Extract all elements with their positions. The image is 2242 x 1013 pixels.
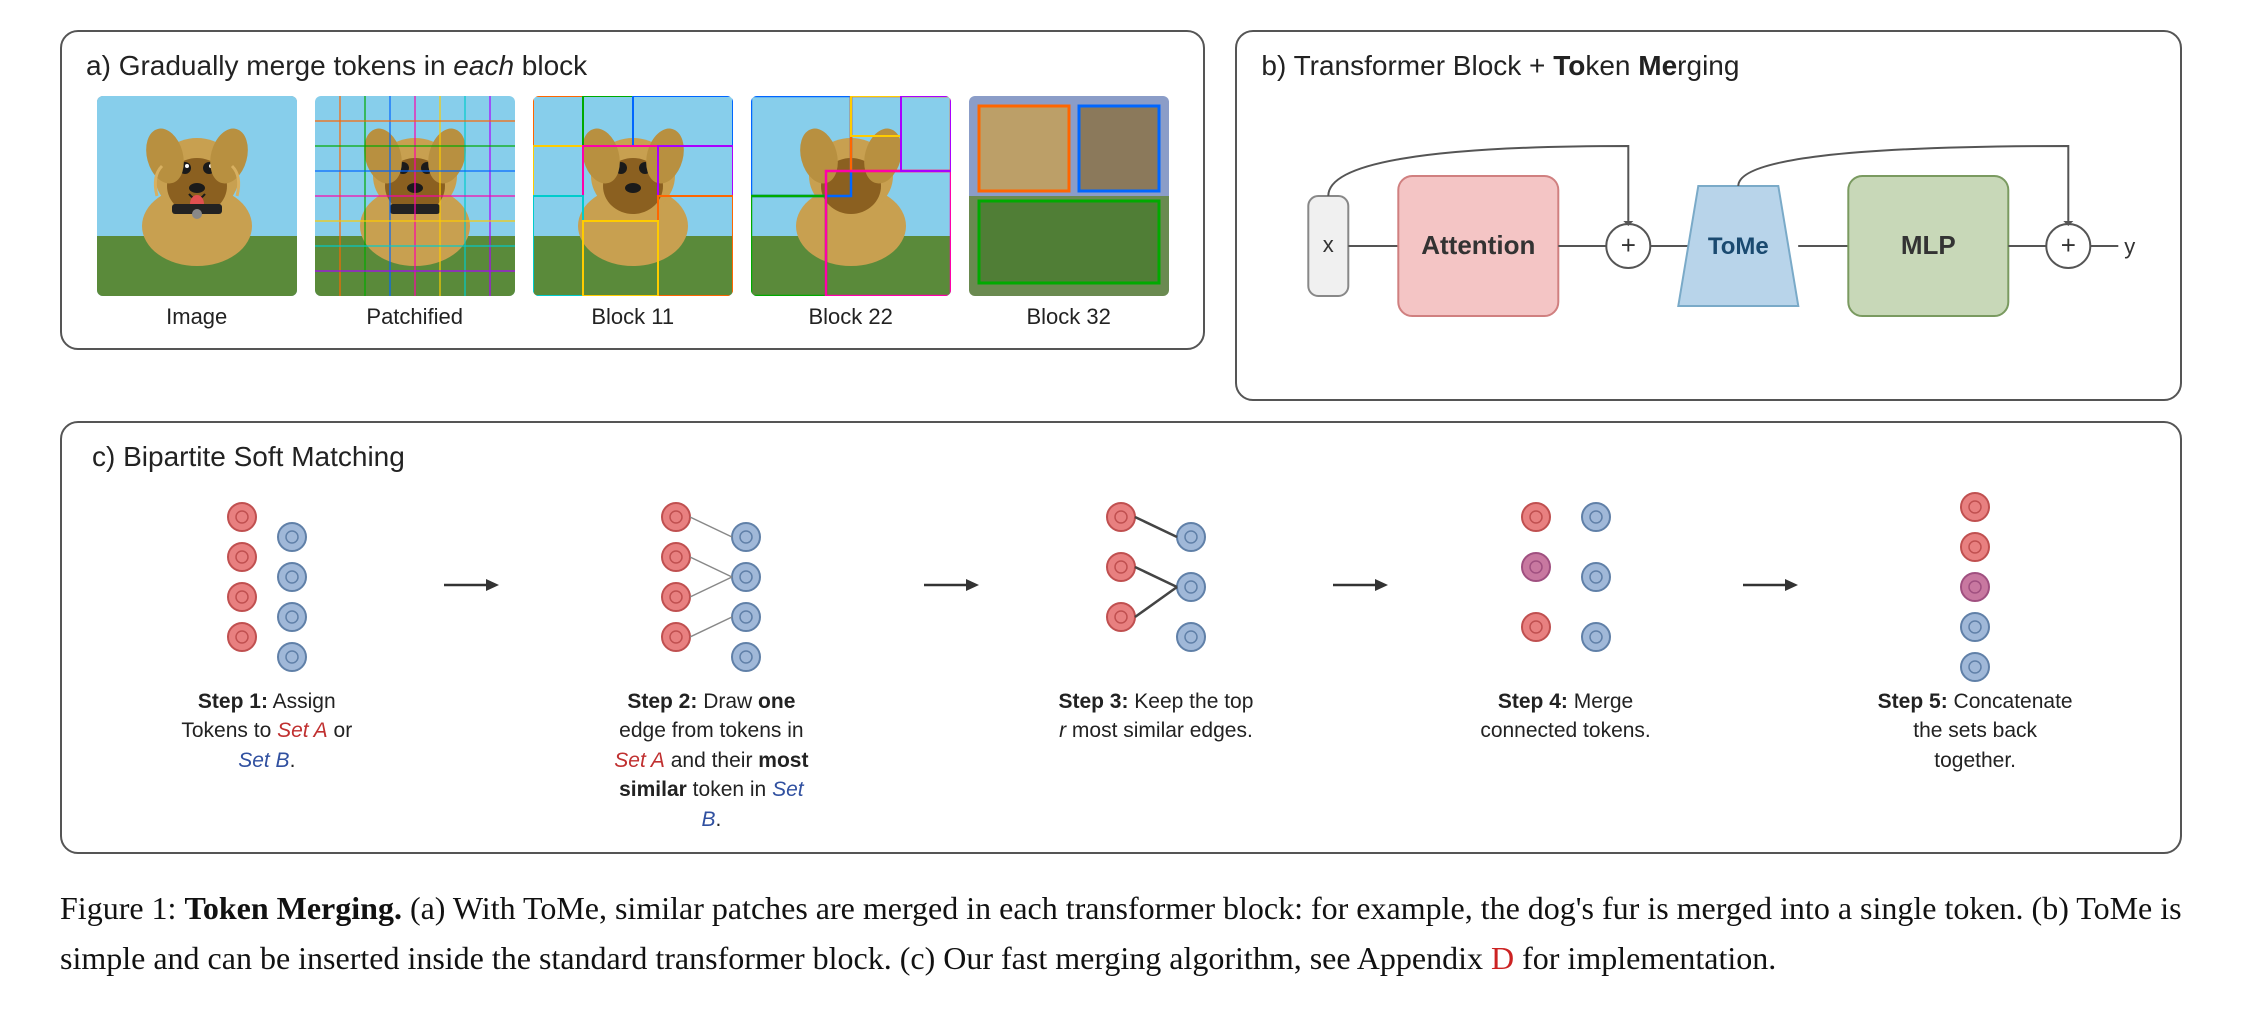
panel-a: a) Gradually merge tokens in each block — [60, 30, 1205, 350]
step1-label: Step 1: Assign Tokens to Set A or Set B. — [167, 687, 367, 775]
transformer-svg: x Attention + — [1271, 126, 2146, 366]
image-item-block11: Block 11 — [533, 96, 733, 330]
step1-svg — [207, 487, 327, 687]
arrow1-svg — [444, 577, 499, 593]
block22-svg — [751, 96, 951, 296]
step2-svg — [641, 487, 781, 687]
image-item-block22: Block 22 — [751, 96, 951, 330]
image-caption-2: Block 11 — [591, 304, 674, 330]
panel-a-letter: a) — [86, 50, 111, 81]
image-item-patchified: Patchified — [315, 96, 515, 330]
block22-image — [751, 96, 951, 296]
step5-svg — [1920, 487, 2030, 687]
arrow3 — [1331, 487, 1391, 593]
step2-label: Step 2: Draw one edge from tokens in Set… — [611, 687, 811, 834]
images-row: Image — [86, 96, 1179, 330]
step5-item: Step 5: Concatenate the sets back togeth… — [1800, 487, 2150, 775]
panel-c: c) Bipartite Soft Matching — [60, 421, 2182, 854]
block32-image — [969, 96, 1169, 296]
top-row: a) Gradually merge tokens in each block — [60, 30, 2182, 401]
arrow4 — [1740, 487, 1800, 593]
step4-label: Step 4: Merge connected tokens. — [1466, 687, 1666, 746]
svg-text:ToMe: ToMe — [1708, 233, 1769, 260]
block11-image — [533, 96, 733, 296]
arrow3-svg — [1333, 577, 1388, 593]
panel-b-label: b) Transformer Block + Token Merging — [1261, 50, 2156, 82]
image-caption-0: Image — [166, 304, 227, 330]
image-item-block32: Block 32 — [969, 96, 1169, 330]
panel-c-label: c) Bipartite Soft Matching — [92, 441, 2150, 473]
svg-text:+: + — [1621, 230, 1636, 260]
dog-svg — [97, 96, 297, 296]
image-caption-1: Patchified — [366, 304, 463, 330]
transformer-diagram-area: x Attention + — [1261, 96, 2156, 381]
step3-svg — [1086, 487, 1226, 687]
steps-container: Step 1: Assign Tokens to Set A or Set B. — [92, 487, 2150, 834]
dog-image — [97, 96, 297, 296]
step2-item: Step 2: Draw one edge from tokens in Set… — [502, 487, 922, 834]
image-item-dog: Image — [97, 96, 297, 330]
step1-item: Step 1: Assign Tokens to Set A or Set B. — [92, 487, 442, 775]
panel-b: b) Transformer Block + Token Merging x A… — [1235, 30, 2182, 401]
panel-a-label: a) Gradually merge tokens in each block — [86, 50, 1179, 82]
image-caption-3: Block 22 — [809, 304, 893, 330]
image-caption-4: Block 32 — [1027, 304, 1111, 330]
main-container: a) Gradually merge tokens in each block — [60, 30, 2182, 983]
step3-label: Step 3: Keep the top r most similar edge… — [1056, 687, 1256, 746]
patchified-svg — [315, 96, 515, 296]
figure-caption: Figure 1: Token Merging. (a) With ToMe, … — [60, 884, 2182, 983]
svg-text:MLP: MLP — [1901, 230, 1956, 260]
svg-text:x: x — [1323, 232, 1334, 257]
step4-svg — [1501, 487, 1631, 687]
svg-text:+: + — [2061, 230, 2076, 260]
block11-svg — [533, 96, 733, 296]
step5-label: Step 5: Concatenate the sets back togeth… — [1875, 687, 2075, 775]
block32-svg — [969, 96, 1169, 296]
panel-a-title: Gradually merge tokens in each block — [119, 50, 587, 81]
step4-item: Step 4: Merge connected tokens. — [1391, 487, 1741, 746]
svg-text:Attention: Attention — [1422, 230, 1536, 260]
patchified-image — [315, 96, 515, 296]
arrow2 — [921, 487, 981, 593]
step3-item: Step 3: Keep the top r most similar edge… — [981, 487, 1331, 746]
arrow2-svg — [924, 577, 979, 593]
arrow4-svg — [1743, 577, 1798, 593]
arrow1 — [442, 487, 502, 593]
svg-text:y: y — [2125, 234, 2136, 259]
